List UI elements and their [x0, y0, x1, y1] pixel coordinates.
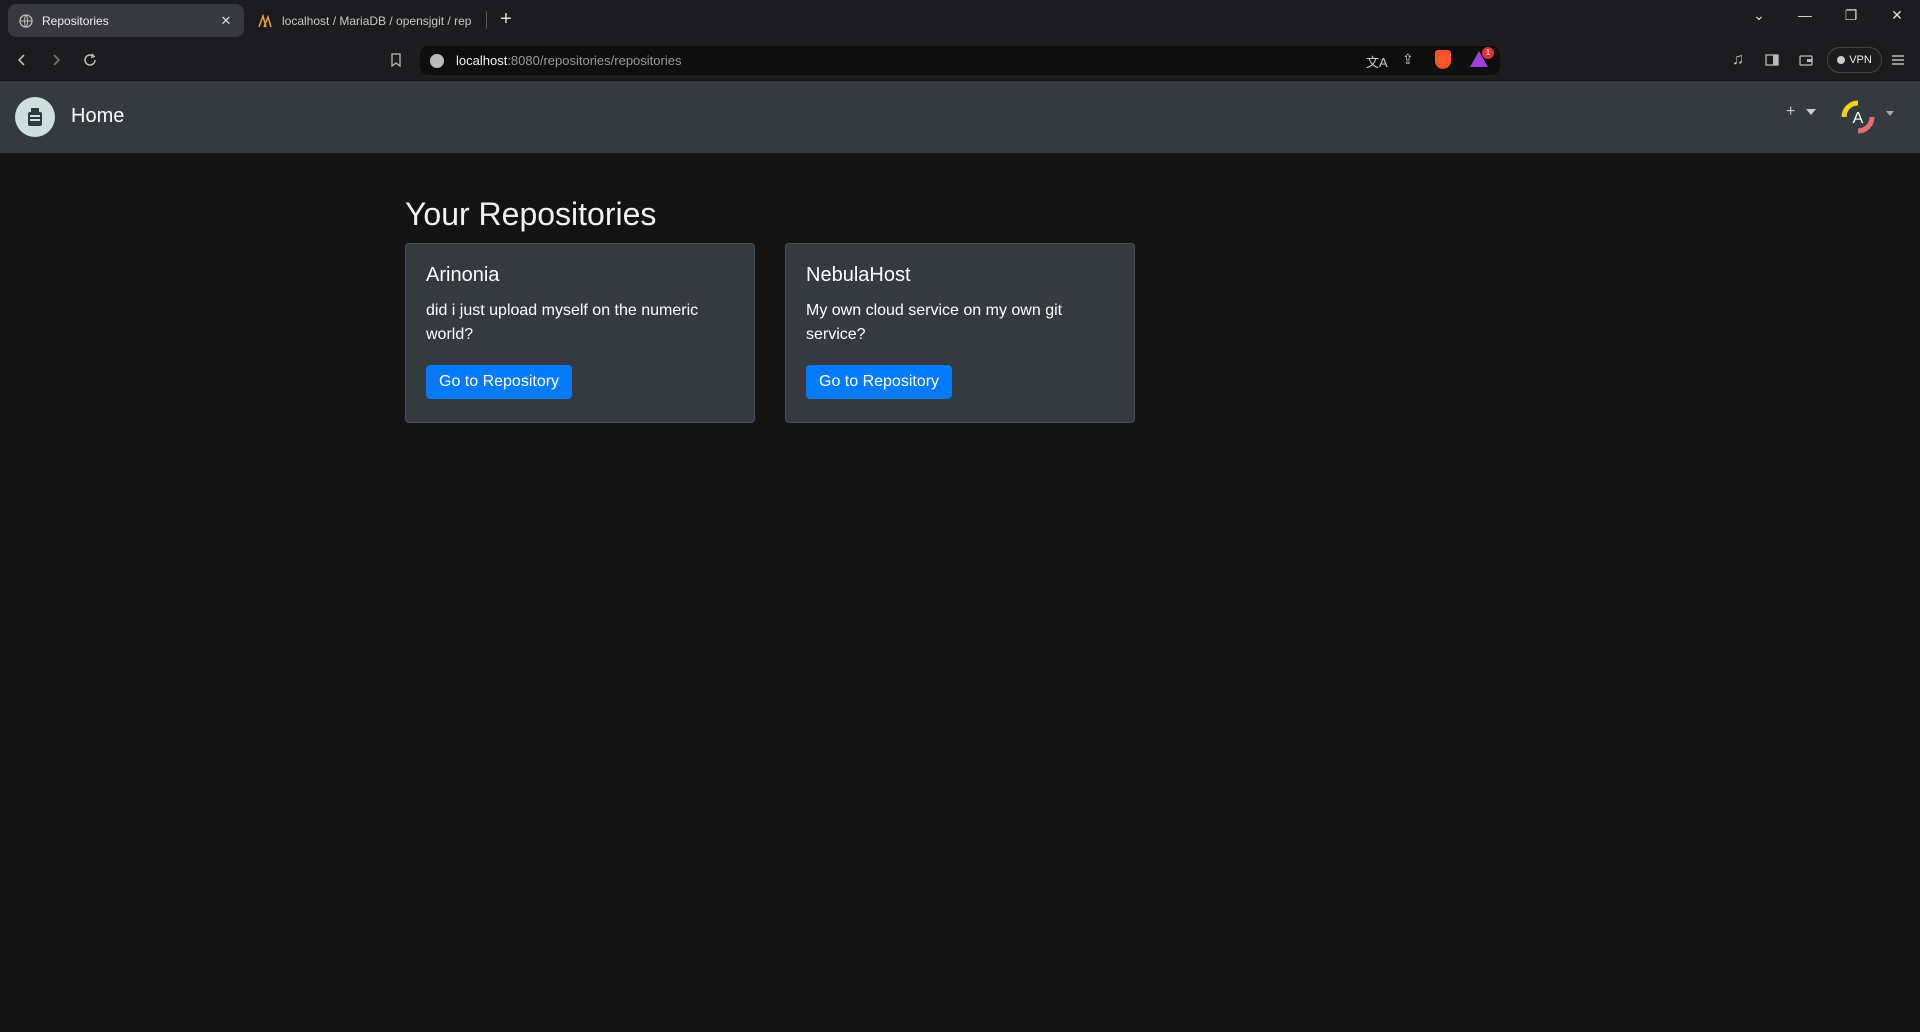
wallet-icon[interactable] — [1794, 48, 1818, 72]
media-icon[interactable]: ♫ — [1726, 48, 1750, 72]
tab-title: localhost / MariaDB / opensjgit / rep — [282, 13, 472, 28]
new-tab-button[interactable]: + — [494, 8, 518, 32]
main-content: Your Repositories Arinonia did i just up… — [405, 196, 1145, 423]
bookmark-icon[interactable] — [384, 48, 408, 72]
repository-description: did i just upload myself on the numeric … — [426, 302, 699, 343]
chevron-down-icon — [1805, 108, 1816, 115]
share-icon[interactable]: ⇪ — [1402, 51, 1414, 68]
repository-card: Arinonia did i just upload myself on the… — [405, 243, 755, 423]
tab-title: Repositories — [42, 13, 109, 28]
vpn-status-icon — [1837, 56, 1846, 64]
back-button[interactable] — [10, 48, 34, 72]
site-info-icon[interactable] — [430, 53, 444, 68]
create-dropdown[interactable]: + — [1786, 103, 1816, 121]
repository-name: Arinonia — [426, 264, 500, 286]
rewards-badge: 1 — [1482, 47, 1494, 59]
app-navbar: Home + A — [0, 81, 1920, 153]
tab-phpmyadmin[interactable]: localhost / MariaDB / opensjgit / rep — [250, 4, 486, 37]
tab-search-icon[interactable]: ⌄ — [1736, 0, 1782, 30]
reload-button[interactable] — [78, 48, 102, 72]
sidebar-icon[interactable] — [1760, 48, 1784, 72]
user-avatar[interactable]: A — [1836, 95, 1880, 139]
repository-name: NebulaHost — [806, 264, 911, 286]
tab-repositories[interactable]: Repositories ✕ — [8, 4, 244, 37]
close-window-button[interactable]: ✕ — [1874, 0, 1920, 30]
plus-icon: + — [1786, 103, 1796, 120]
tab-divider — [486, 11, 487, 29]
browser-toolbar: localhost:8080/repositories/repositories… — [0, 40, 1920, 80]
phpmyadmin-icon — [258, 13, 274, 29]
app-logo[interactable] — [15, 97, 55, 137]
url-path: :8080/repositories/repositories — [507, 53, 682, 68]
vpn-button[interactable]: VPN — [1827, 47, 1882, 73]
address-bar[interactable]: localhost:8080/repositories/repositories… — [420, 46, 1500, 75]
go-to-repository-button[interactable]: Go to Repository — [426, 365, 573, 399]
forward-button[interactable] — [44, 48, 68, 72]
avatar-letter: A — [1853, 110, 1864, 127]
restore-button[interactable]: ❐ — [1828, 0, 1874, 30]
vpn-label: VPN — [1849, 54, 1872, 66]
globe-icon — [18, 13, 34, 29]
go-to-repository-button[interactable]: Go to Repository — [806, 365, 953, 399]
url-host: localhost — [456, 53, 508, 68]
menu-icon[interactable] — [1886, 48, 1910, 72]
close-tab-icon[interactable]: ✕ — [218, 13, 234, 29]
repository-list: Arinonia did i just upload myself on the… — [405, 243, 1145, 423]
browser-tab-strip: Repositories ✕ localhost / MariaDB / ope… — [0, 0, 1920, 40]
repository-card: NebulaHost My own cloud service on my ow… — [785, 243, 1135, 423]
home-link[interactable]: Home — [71, 105, 124, 128]
repository-description: My own cloud service on my own git servi… — [806, 302, 1063, 343]
minimize-button[interactable]: — — [1782, 0, 1828, 30]
translate-icon[interactable]: 文A — [1366, 52, 1388, 71]
chevron-down-icon[interactable] — [1886, 111, 1894, 116]
page-title: Your Repositories — [405, 196, 657, 232]
brave-shields-icon[interactable] — [1435, 50, 1451, 69]
